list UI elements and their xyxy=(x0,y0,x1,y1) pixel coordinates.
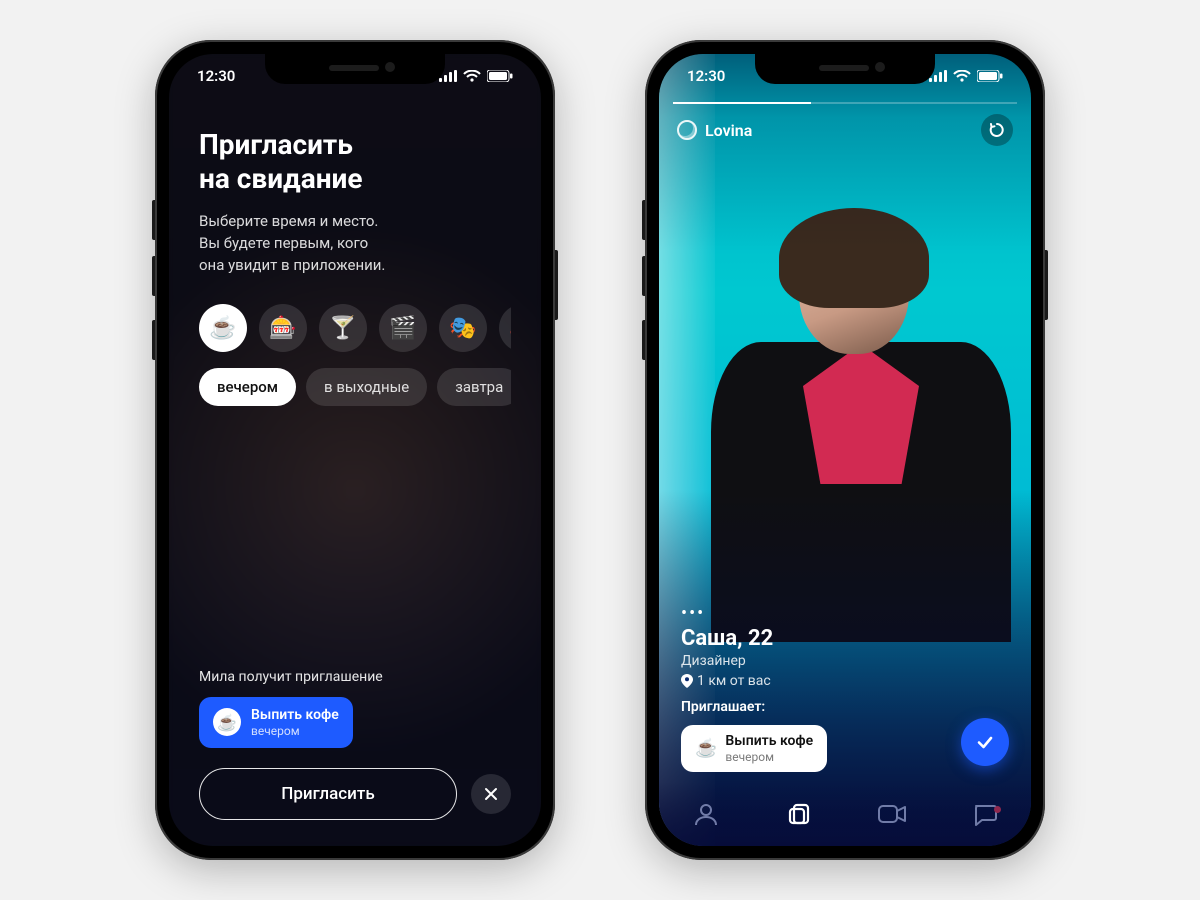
phone-profile: 12:30 Lovina xyxy=(645,40,1045,860)
activity-row[interactable]: ☕ 🎰 🍸 🎬 🎭 🎸 xyxy=(199,304,511,352)
activity-chip-coffee[interactable]: ☕ xyxy=(199,304,247,352)
notification-dot-icon xyxy=(994,806,1001,813)
profile-distance: 1 км от вас xyxy=(681,673,1009,689)
battery-icon xyxy=(977,70,1003,82)
profile-invite-time: вечером xyxy=(725,750,813,764)
undo-button[interactable] xyxy=(981,114,1013,146)
activity-chip-theatre[interactable]: 🎭 xyxy=(439,304,487,352)
brand-ring-icon xyxy=(677,120,697,140)
cards-icon xyxy=(786,801,812,827)
invite-button[interactable]: Пригласить xyxy=(199,768,457,820)
profile-invite-pill[interactable]: ☕ Выпить кофе вечером xyxy=(681,725,827,772)
accept-button[interactable] xyxy=(961,718,1009,766)
coffee-icon: ☕ xyxy=(209,316,236,341)
video-icon xyxy=(877,803,907,825)
wifi-icon xyxy=(463,70,481,82)
pin-icon xyxy=(681,674,693,688)
brand-name: Lovina xyxy=(705,121,752,140)
tab-video[interactable] xyxy=(862,803,922,825)
check-icon xyxy=(975,732,995,752)
device-notch xyxy=(755,54,935,84)
chat-icon xyxy=(972,802,998,826)
profile-distance-text: 1 км от вас xyxy=(697,673,771,689)
drinks-icon: 🍸 xyxy=(329,316,356,341)
profile-header: Lovina xyxy=(659,114,1031,146)
brand[interactable]: Lovina xyxy=(677,120,752,140)
concert-icon: 🎸 xyxy=(509,316,511,341)
time-chip-evening[interactable]: вечером xyxy=(199,368,296,406)
activity-chip-drinks[interactable]: 🍸 xyxy=(319,304,367,352)
phone-invite: 12:30 Пригласить на свидание Выберите вр… xyxy=(155,40,555,860)
tab-cards[interactable] xyxy=(769,801,829,827)
profile-name-age: Саша, 22 xyxy=(681,626,1009,651)
activity-chip-arcade[interactable]: 🎰 xyxy=(259,304,307,352)
screen-invite: 12:30 Пригласить на свидание Выберите вр… xyxy=(169,54,541,846)
tab-bar xyxy=(659,782,1031,846)
wifi-icon xyxy=(953,70,971,82)
time-chip-tomorrow[interactable]: завтра xyxy=(437,368,511,406)
cinema-icon: 🎬 xyxy=(389,316,416,341)
coffee-cup-icon: ☕ xyxy=(695,738,717,760)
tab-chat[interactable] xyxy=(955,802,1015,826)
invite-title-line1: Пригласить xyxy=(199,128,353,161)
device-notch xyxy=(265,54,445,84)
story-progress[interactable] xyxy=(673,102,1017,104)
close-button[interactable] xyxy=(471,774,511,814)
invites-label: Приглашает: xyxy=(681,699,1009,715)
invite-title: Пригласить на свидание xyxy=(199,128,511,195)
arcade-icon: 🎰 xyxy=(269,316,296,341)
profile-invite-title: Выпить кофе xyxy=(725,733,813,750)
preview-title: Выпить кофе xyxy=(251,707,339,724)
profile-info: ••• Саша, 22 Дизайнер 1 км от вас Пригла… xyxy=(681,603,1009,772)
tab-profile[interactable] xyxy=(676,801,736,827)
time-row[interactable]: вечером в выходные завтра xyxy=(199,368,511,406)
profile-job: Дизайнер xyxy=(681,653,1009,669)
activity-chip-concert[interactable]: 🎸 xyxy=(499,304,511,352)
invite-panel: Пригласить на свидание Выберите время и … xyxy=(169,54,541,846)
coffee-cup-icon: ☕ xyxy=(213,708,241,736)
person-icon xyxy=(693,801,719,827)
battery-icon xyxy=(487,70,513,82)
status-time: 12:30 xyxy=(687,67,725,85)
activity-chip-cinema[interactable]: 🎬 xyxy=(379,304,427,352)
preview-label: Мила получит приглашение xyxy=(199,669,511,685)
invite-preview-card: ☕ Выпить кофе вечером xyxy=(199,697,353,748)
invite-title-line2: на свидание xyxy=(199,162,363,195)
status-time: 12:30 xyxy=(197,67,235,85)
more-button[interactable]: ••• xyxy=(681,603,1009,624)
theatre-icon: 🎭 xyxy=(449,316,476,341)
invite-subtitle: Выберите время и место. Вы будете первым… xyxy=(199,211,511,276)
time-chip-weekend[interactable]: в выходные xyxy=(306,368,427,406)
preview-time: вечером xyxy=(251,724,339,738)
undo-icon xyxy=(988,121,1006,139)
close-icon xyxy=(484,787,498,801)
screen-profile: 12:30 Lovina xyxy=(659,54,1031,846)
